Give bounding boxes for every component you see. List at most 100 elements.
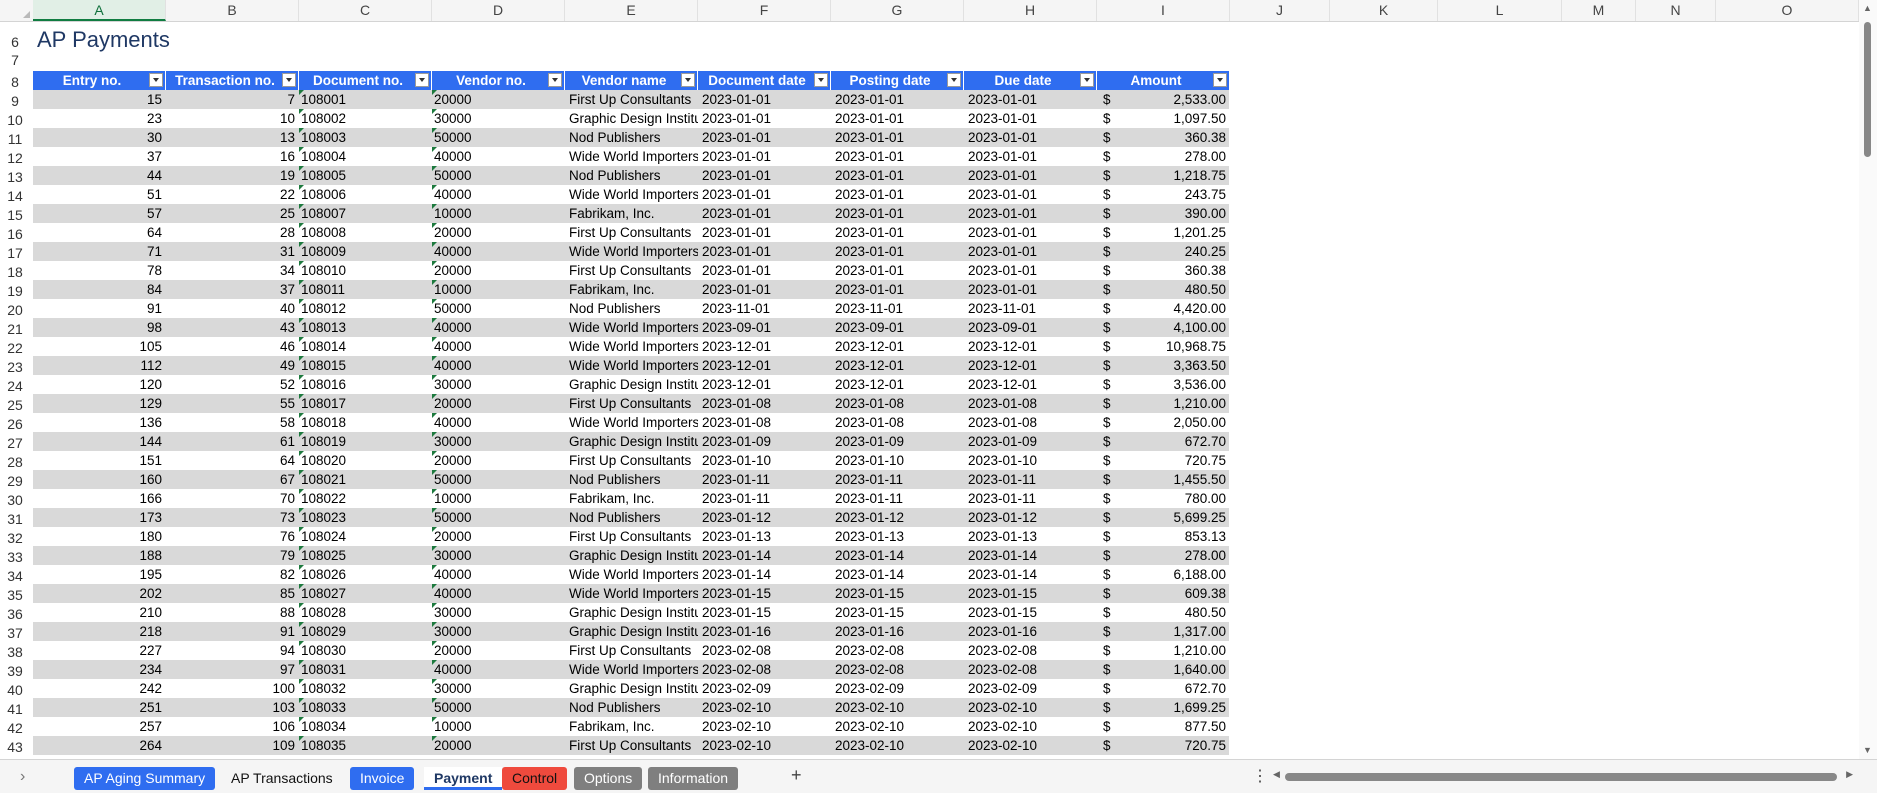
table-cell[interactable]: 2023-01-09 bbox=[831, 432, 964, 451]
table-cell[interactable]: $6,188.00 bbox=[1097, 565, 1230, 584]
horizontal-scrollbar[interactable]: ◀ ▶ bbox=[1273, 768, 1853, 784]
table-cell[interactable]: Wide World Importers bbox=[565, 337, 698, 356]
table-cell[interactable]: 20000 bbox=[432, 223, 565, 242]
table-cell[interactable]: 103 bbox=[166, 698, 299, 717]
column-header-l[interactable]: L bbox=[1438, 0, 1562, 21]
table-cell[interactable]: 108022 bbox=[299, 489, 432, 508]
table-cell[interactable]: 2023-11-01 bbox=[831, 299, 964, 318]
table-cell[interactable]: 2023-02-10 bbox=[831, 717, 964, 736]
table-cell[interactable]: 2023-12-01 bbox=[698, 375, 831, 394]
table-cell[interactable]: 57 bbox=[33, 204, 166, 223]
chevron-right-icon[interactable]: › bbox=[10, 765, 35, 788]
table-cell[interactable]: 108030 bbox=[299, 641, 432, 660]
table-cell[interactable]: 37 bbox=[33, 147, 166, 166]
table-row[interactable]: 166 70 108022 10000 Fabrikam, Inc. 2023-01-11… bbox=[33, 489, 1229, 508]
table-cell[interactable]: 2023-01-08 bbox=[831, 413, 964, 432]
row-header[interactable]: 17 bbox=[0, 245, 30, 261]
table-row[interactable]: 264 109 108035 20000 First Up Consultants 202… bbox=[33, 736, 1229, 755]
row-header[interactable]: 30 bbox=[0, 492, 30, 508]
sheet-tab-control[interactable]: Control bbox=[502, 767, 568, 790]
row-header[interactable]: 10 bbox=[0, 112, 30, 128]
table-cell[interactable]: 40000 bbox=[432, 185, 565, 204]
table-cell[interactable]: 108002 bbox=[299, 109, 432, 128]
table-cell[interactable]: 2023-02-09 bbox=[964, 679, 1097, 698]
filter-dropdown-icon[interactable] bbox=[149, 73, 163, 87]
table-cell[interactable]: First Up Consultants bbox=[565, 90, 698, 109]
table-cell[interactable]: 2023-02-08 bbox=[831, 660, 964, 679]
table-cell[interactable]: Wide World Importers bbox=[565, 584, 698, 603]
table-cell[interactable]: 2023-01-15 bbox=[831, 584, 964, 603]
sheet-tab-payment[interactable]: Payment bbox=[424, 767, 503, 790]
table-cell[interactable]: 108025 bbox=[299, 546, 432, 565]
row-header[interactable]: 34 bbox=[0, 568, 30, 584]
table-cell[interactable]: 2023-02-08 bbox=[698, 641, 831, 660]
table-cell[interactable]: 2023-12-01 bbox=[698, 356, 831, 375]
table-cell[interactable]: 108029 bbox=[299, 622, 432, 641]
table-cell[interactable]: 108006 bbox=[299, 185, 432, 204]
table-cell[interactable]: 2023-01-01 bbox=[698, 280, 831, 299]
filter-dropdown-icon[interactable] bbox=[1080, 73, 1094, 87]
table-cell[interactable]: 2023-01-14 bbox=[698, 546, 831, 565]
table-cell[interactable]: 30 bbox=[33, 128, 166, 147]
table-cell[interactable]: 64 bbox=[33, 223, 166, 242]
table-cell[interactable]: 264 bbox=[33, 736, 166, 755]
column-header-h[interactable]: H bbox=[964, 0, 1097, 21]
scroll-left-icon[interactable]: ◀ bbox=[1273, 769, 1280, 780]
table-cell[interactable]: 100 bbox=[166, 679, 299, 698]
row-header[interactable]: 37 bbox=[0, 625, 30, 641]
table-cell[interactable]: 2023-01-01 bbox=[831, 261, 964, 280]
table-cell[interactable]: 2023-01-01 bbox=[831, 223, 964, 242]
column-header-f[interactable]: F bbox=[698, 0, 831, 21]
sheet-tab-invoice[interactable]: Invoice bbox=[350, 767, 415, 790]
table-cell[interactable]: 2023-01-01 bbox=[964, 147, 1097, 166]
table-cell[interactable]: 2023-01-15 bbox=[698, 584, 831, 603]
table-cell[interactable]: 2023-01-01 bbox=[698, 223, 831, 242]
table-cell[interactable]: 50000 bbox=[432, 508, 565, 527]
table-cell[interactable]: 2023-01-11 bbox=[964, 489, 1097, 508]
table-row[interactable]: 129 55 108017 20000 First Up Consultants 2023… bbox=[33, 394, 1229, 413]
table-cell[interactable]: 16 bbox=[166, 147, 299, 166]
table-cell[interactable]: 30000 bbox=[432, 679, 565, 698]
table-cell[interactable]: 2023-01-08 bbox=[964, 413, 1097, 432]
table-cell[interactable]: 160 bbox=[33, 470, 166, 489]
table-cell[interactable]: $780.00 bbox=[1097, 489, 1230, 508]
table-cell[interactable]: $360.38 bbox=[1097, 261, 1230, 280]
table-cell[interactable]: 2023-01-11 bbox=[831, 489, 964, 508]
table-cell[interactable]: 108004 bbox=[299, 147, 432, 166]
scroll-up-icon[interactable]: ▲ bbox=[1863, 3, 1872, 13]
filter-dropdown-icon[interactable] bbox=[415, 73, 429, 87]
table-cell[interactable]: 40000 bbox=[432, 147, 565, 166]
table-cell[interactable]: 2023-01-01 bbox=[964, 128, 1097, 147]
table-cell[interactable]: 20000 bbox=[432, 394, 565, 413]
table-cell[interactable]: 2023-01-15 bbox=[964, 584, 1097, 603]
table-cell[interactable]: 251 bbox=[33, 698, 166, 717]
column-header-g[interactable]: G bbox=[831, 0, 964, 21]
table-row[interactable]: 218 91 108029 30000 Graphic Design Institute… bbox=[33, 622, 1229, 641]
table-cell[interactable]: 2023-11-01 bbox=[698, 299, 831, 318]
table-row[interactable]: 136 58 108018 40000 Wide World Importers 2023… bbox=[33, 413, 1229, 432]
table-cell[interactable]: 2023-01-01 bbox=[831, 109, 964, 128]
table-cell[interactable]: 55 bbox=[166, 394, 299, 413]
table-cell[interactable]: 2023-01-08 bbox=[831, 394, 964, 413]
table-cell[interactable]: Graphic Design Institute bbox=[565, 622, 698, 641]
table-row[interactable]: 78 34 108010 20000 First Up Consultants 2023-… bbox=[33, 261, 1229, 280]
table-cell[interactable]: 23 bbox=[33, 109, 166, 128]
table-cell[interactable]: 108012 bbox=[299, 299, 432, 318]
table-cell[interactable]: Nod Publishers bbox=[565, 508, 698, 527]
table-row[interactable]: 234 97 108031 40000 Wide World Importers 2023… bbox=[33, 660, 1229, 679]
table-cell[interactable]: 210 bbox=[33, 603, 166, 622]
table-cell[interactable]: 2023-01-10 bbox=[831, 451, 964, 470]
table-cell[interactable]: 40000 bbox=[432, 337, 565, 356]
table-cell[interactable]: $390.00 bbox=[1097, 204, 1230, 223]
table-cell[interactable]: Wide World Importers bbox=[565, 413, 698, 432]
table-cell[interactable]: 40000 bbox=[432, 242, 565, 261]
table-cell[interactable]: $1,640.00 bbox=[1097, 660, 1230, 679]
row-header[interactable]: 31 bbox=[0, 511, 30, 527]
table-cell[interactable]: $243.75 bbox=[1097, 185, 1230, 204]
filter-dropdown-icon[interactable] bbox=[947, 73, 961, 87]
table-cell[interactable]: 50000 bbox=[432, 698, 565, 717]
table-cell[interactable]: 2023-02-08 bbox=[698, 660, 831, 679]
table-row[interactable]: 112 49 108015 40000 Wide World Importers 2023… bbox=[33, 356, 1229, 375]
row-header[interactable]: 28 bbox=[0, 454, 30, 470]
table-cell[interactable]: 108009 bbox=[299, 242, 432, 261]
